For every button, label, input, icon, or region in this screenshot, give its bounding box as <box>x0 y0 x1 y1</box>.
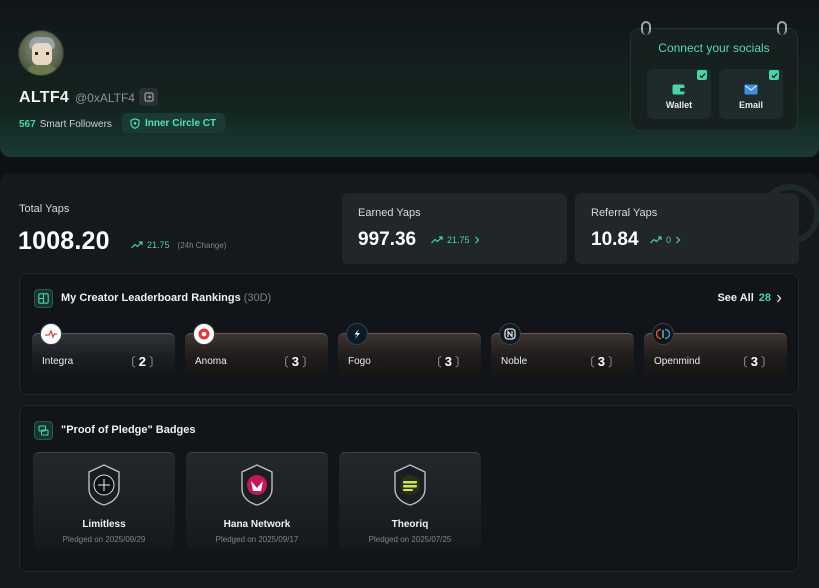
inner-circle-badge[interactable]: Inner Circle CT <box>122 113 226 133</box>
earned-yaps-change[interactable]: 21.75 <box>431 235 480 245</box>
leaderboard-name: Integra <box>42 356 74 367</box>
connected-check-icon <box>769 70 779 80</box>
shield-icon <box>130 117 140 129</box>
leaderboard-card-noble[interactable]: Noble 〔 3 〕 <box>491 323 634 379</box>
inner-circle-label: Inner Circle CT <box>145 117 217 129</box>
leaderboard-section: My Creator Leaderboard Rankings (30D) See… <box>19 273 799 395</box>
badge-name: Limitless <box>82 519 126 530</box>
total-yaps-change: 21.75 (24h Change) <box>131 240 226 250</box>
rank-value: 3 <box>750 354 758 369</box>
leaderboard-rank: 〔 3 〕 <box>429 354 467 369</box>
rank-value: 2 <box>138 354 146 369</box>
connect-socials-title: Connect your socials <box>658 41 770 55</box>
total-yaps-label: Total Yaps <box>19 203 70 215</box>
badge-date: Pledged on 2025/09/29 <box>62 535 146 544</box>
trend-up-icon <box>131 241 143 249</box>
referral-yaps-value: 10.84 <box>591 229 639 250</box>
earned-yaps-change-value: 21.75 <box>447 235 470 245</box>
leaderboard-icon <box>34 289 53 308</box>
pledge-badges-title: "Proof of Pledge" Badges <box>61 424 196 436</box>
badge-card-limitless[interactable]: Limitless Pledged on 2025/09/29 <box>33 452 175 549</box>
email-icon <box>744 84 758 95</box>
earned-yaps-label: Earned Yaps <box>358 207 421 219</box>
profile-handle: @0xALTF4 <box>75 91 135 105</box>
smart-followers-count: 567 <box>19 119 36 130</box>
wallet-label: Wallet <box>665 100 693 110</box>
rank-value: 3 <box>291 354 299 369</box>
referral-yaps-change-value: 0 <box>666 235 672 245</box>
anoma-logo-icon <box>193 323 215 345</box>
chevron-right-icon <box>777 294 782 302</box>
smart-followers-label: Smart Followers <box>39 119 112 130</box>
trend-up-icon <box>650 236 662 244</box>
badge-name: Hana Network <box>223 519 291 530</box>
referral-yaps-card: Referral Yaps 10.84 0 <box>575 193 799 264</box>
wallet-button[interactable]: Wallet <box>647 69 711 119</box>
open-profile-button[interactable] <box>139 88 158 106</box>
badge-name: Theoriq <box>391 519 429 530</box>
leaderboard-name: Openmind <box>654 356 701 367</box>
profile-name: ALTF4 <box>19 89 70 106</box>
see-all-count: 28 <box>758 292 771 304</box>
badge-card-hana-network[interactable]: Hana Network Pledged on 2025/09/17 <box>186 452 328 549</box>
profile-card: ALTF4 @0xALTF4 567 Smart Followers Inner … <box>0 0 819 157</box>
connected-check-icon <box>697 70 707 80</box>
total-yaps-change-value: 21.75 <box>147 240 170 250</box>
theoriq-emblem-icon <box>394 464 426 506</box>
noble-logo-icon <box>499 323 521 345</box>
hana-network-emblem-icon <box>241 464 273 506</box>
chevron-right-icon <box>676 236 681 244</box>
leaderboard-card-openmind[interactable]: Openmind 〔 3 〕 <box>644 323 787 379</box>
connect-socials-panel: Connect your socials Wallet Email <box>630 21 798 131</box>
leaderboard-card-anoma[interactable]: Anoma 〔 3 〕 <box>185 323 328 379</box>
leaderboard-name: Fogo <box>348 356 371 367</box>
external-link-icon <box>143 92 154 102</box>
avatar[interactable] <box>18 30 64 76</box>
referral-yaps-label: Referral Yaps <box>591 207 658 219</box>
see-all-button[interactable]: See All 28 <box>717 292 782 304</box>
leaderboard-name: Noble <box>501 356 528 367</box>
pledge-badges-section: "Proof of Pledge" Badges Limitless Pledg… <box>19 405 799 572</box>
see-all-label: See All <box>717 292 754 304</box>
badge-card-theoriq[interactable]: Theoriq Pledged on 2025/07/25 <box>339 452 481 549</box>
leaderboard-rank: 〔 3 〕 <box>735 354 773 369</box>
openmind-logo-icon <box>652 323 674 345</box>
fogo-logo-icon <box>346 323 368 345</box>
wallet-icon <box>672 84 685 95</box>
leaderboard-rank: 〔 3 〕 <box>582 354 620 369</box>
referral-yaps-change[interactable]: 0 <box>650 235 681 245</box>
leaderboard-name: Anoma <box>195 356 227 367</box>
earned-yaps-card: Earned Yaps 997.36 21.75 <box>342 193 567 264</box>
leaderboard-card-integra[interactable]: Integra 〔 2 〕 <box>32 323 175 379</box>
leaderboard-rank: 〔 3 〕 <box>276 354 314 369</box>
leaderboard-period: (30D) <box>243 292 272 304</box>
badge-stack-icon <box>34 421 53 440</box>
chevron-right-icon <box>474 236 479 244</box>
smart-followers: 567 Smart Followers <box>19 119 112 130</box>
badge-date: Pledged on 2025/09/17 <box>215 535 299 544</box>
email-label: Email <box>738 100 763 110</box>
email-button[interactable]: Email <box>719 69 783 119</box>
leaderboard-title: My Creator Leaderboard Rankings (30D) <box>61 292 271 304</box>
leaderboard-rank: 〔 2 〕 <box>123 354 161 369</box>
leaderboard-title-text: My Creator Leaderboard Rankings <box>61 292 241 304</box>
limitless-emblem-icon <box>88 464 120 506</box>
integra-logo-icon <box>40 323 62 345</box>
total-yaps-change-note: (24h Change) <box>177 240 227 250</box>
leaderboard-card-fogo[interactable]: Fogo 〔 3 〕 <box>338 323 481 379</box>
earned-yaps-value: 997.36 <box>358 229 417 250</box>
rank-value: 3 <box>444 354 452 369</box>
total-yaps-value: 1008.20 <box>18 227 110 255</box>
badge-date: Pledged on 2025/07/25 <box>368 535 452 544</box>
trend-up-icon <box>431 236 443 244</box>
rank-value: 3 <box>597 354 605 369</box>
